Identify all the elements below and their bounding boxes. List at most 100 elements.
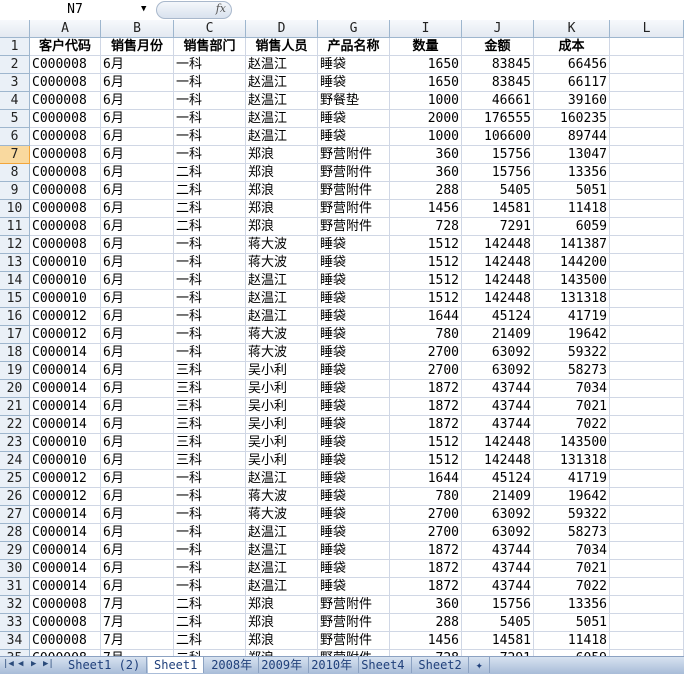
table-cell[interactable]: 142448 [462,236,534,254]
table-cell[interactable]: 6月 [101,254,174,272]
table-cell[interactable]: 蒋大波 [246,236,318,254]
table-cell[interactable]: 三科 [174,452,246,470]
table-cell[interactable]: C000010 [30,272,101,290]
table-cell[interactable]: 二科 [174,200,246,218]
table-cell[interactable] [610,452,684,470]
table-cell[interactable]: 728 [390,218,462,236]
table-cell[interactable]: 6059 [534,218,610,236]
table-cell[interactable]: 63092 [462,506,534,524]
table-cell[interactable]: 141387 [534,236,610,254]
table-cell[interactable]: 6月 [101,164,174,182]
table-cell[interactable]: 46661 [462,92,534,110]
sheet-tab[interactable]: Sheet4 [355,657,412,673]
table-cell[interactable]: 288 [390,614,462,632]
table-cell[interactable]: 郑浪 [246,632,318,650]
table-cell[interactable]: 睡袋 [318,254,390,272]
table-cell[interactable]: 2700 [390,524,462,542]
table-cell[interactable]: 一科 [174,542,246,560]
header-cell[interactable]: 销售人员 [246,38,318,56]
table-cell[interactable]: C000010 [30,290,101,308]
table-cell[interactable]: 1644 [390,308,462,326]
sheet-tab[interactable]: 2009年 [255,657,310,673]
table-cell[interactable]: 一科 [174,290,246,308]
table-cell[interactable]: C000008 [30,614,101,632]
table-cell[interactable] [610,290,684,308]
row-header-21[interactable]: 21 [0,398,30,416]
table-cell[interactable]: 15756 [462,164,534,182]
table-cell[interactable]: 41719 [534,308,610,326]
table-cell[interactable]: 7034 [534,380,610,398]
table-cell[interactable]: 一科 [174,326,246,344]
table-cell[interactable]: 一科 [174,524,246,542]
table-cell[interactable]: 143500 [534,434,610,452]
table-cell[interactable]: 吴小利 [246,398,318,416]
table-cell[interactable]: 睡袋 [318,560,390,578]
table-cell[interactable]: 赵温江 [246,542,318,560]
table-cell[interactable]: 一科 [174,128,246,146]
table-cell[interactable]: C000008 [30,200,101,218]
table-cell[interactable]: C000014 [30,380,101,398]
table-cell[interactable]: C000008 [30,110,101,128]
table-cell[interactable]: C000008 [30,74,101,92]
row-header-5[interactable]: 5 [0,110,30,128]
table-cell[interactable] [610,92,684,110]
table-cell[interactable]: 1650 [390,56,462,74]
table-cell[interactable]: 二科 [174,182,246,200]
next-sheet-icon[interactable]: ▶ [31,659,36,669]
table-cell[interactable]: 睡袋 [318,470,390,488]
table-cell[interactable] [610,506,684,524]
table-cell[interactable]: 59322 [534,506,610,524]
table-cell[interactable]: 郑浪 [246,200,318,218]
table-cell[interactable]: 6月 [101,308,174,326]
table-cell[interactable]: 睡袋 [318,452,390,470]
header-cell[interactable] [610,38,684,56]
table-cell[interactable]: 14581 [462,200,534,218]
table-cell[interactable]: 1000 [390,92,462,110]
table-cell[interactable]: C000010 [30,452,101,470]
row-header-14[interactable]: 14 [0,272,30,290]
table-cell[interactable]: 一科 [174,488,246,506]
table-cell[interactable]: 赵温江 [246,92,318,110]
column-header-C[interactable]: C [174,20,246,38]
table-cell[interactable] [610,434,684,452]
table-cell[interactable]: 1512 [390,452,462,470]
table-cell[interactable]: 郑浪 [246,614,318,632]
row-header-26[interactable]: 26 [0,488,30,506]
table-cell[interactable] [610,272,684,290]
header-cell[interactable]: 成本 [534,38,610,56]
table-cell[interactable] [610,326,684,344]
table-cell[interactable]: 780 [390,326,462,344]
table-cell[interactable]: 131318 [534,452,610,470]
table-cell[interactable]: 6月 [101,380,174,398]
table-cell[interactable] [610,200,684,218]
table-cell[interactable]: 6月 [101,416,174,434]
table-cell[interactable]: 吴小利 [246,434,318,452]
table-cell[interactable]: 39160 [534,92,610,110]
table-cell[interactable] [610,560,684,578]
table-cell[interactable]: C000014 [30,398,101,416]
table-cell[interactable]: 7月 [101,632,174,650]
row-header-7[interactable]: 7 [0,146,30,164]
table-cell[interactable]: 睡袋 [318,506,390,524]
table-cell[interactable]: 43744 [462,398,534,416]
row-header-8[interactable]: 8 [0,164,30,182]
table-cell[interactable]: 郑浪 [246,182,318,200]
table-cell[interactable]: 143500 [534,272,610,290]
row-header-31[interactable]: 31 [0,578,30,596]
table-cell[interactable] [610,344,684,362]
table-cell[interactable]: 43744 [462,380,534,398]
table-cell[interactable]: 142448 [462,254,534,272]
row-header-22[interactable]: 22 [0,416,30,434]
table-cell[interactable]: 1512 [390,290,462,308]
table-cell[interactable]: C000008 [30,182,101,200]
table-cell[interactable]: 5051 [534,182,610,200]
table-cell[interactable] [610,416,684,434]
table-cell[interactable]: 睡袋 [318,290,390,308]
column-header-D[interactable]: D [246,20,318,38]
table-cell[interactable]: 野餐垫 [318,92,390,110]
table-cell[interactable]: 288 [390,182,462,200]
sheet-tab[interactable]: Sheet2 [412,657,469,673]
table-cell[interactable]: 三科 [174,434,246,452]
table-cell[interactable]: 15756 [462,146,534,164]
table-cell[interactable]: 野营附件 [318,596,390,614]
